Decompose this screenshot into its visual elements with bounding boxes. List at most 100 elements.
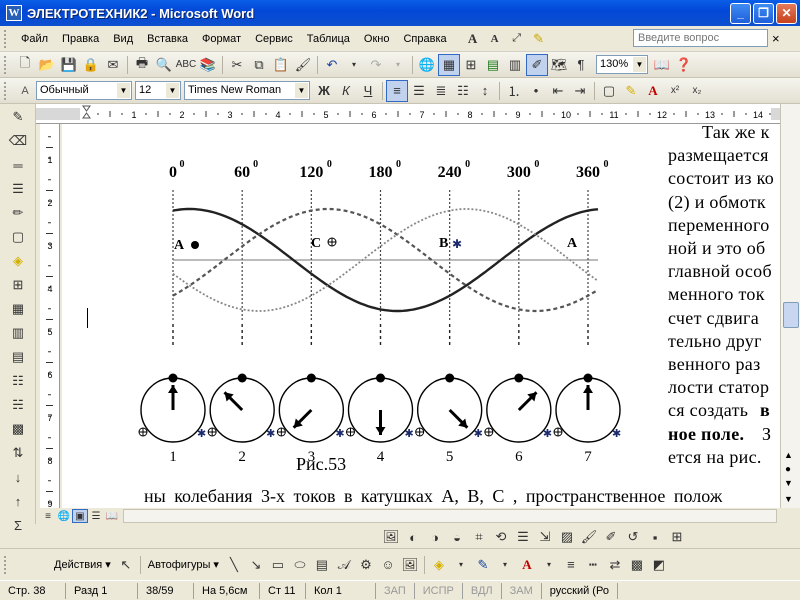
styles-pane-icon[interactable]: A (14, 80, 36, 102)
color-icon[interactable]: ◐ (402, 526, 424, 548)
reset-picture-icon[interactable]: ↺ (622, 526, 644, 548)
status-extend[interactable]: ВДЛ (463, 582, 502, 599)
insert-table-icon[interactable]: ⊞ (460, 54, 482, 76)
sort-descending-icon[interactable]: ↑ (5, 490, 31, 512)
menu-window[interactable]: Окно (357, 33, 397, 45)
increase-indent-icon[interactable]: ⇥ (569, 80, 591, 102)
italic-button[interactable]: К (335, 80, 357, 102)
document-map-icon[interactable]: 🗺 (548, 54, 570, 76)
sort-ascending-icon[interactable]: ↓ (5, 466, 31, 488)
menu-insert[interactable]: Вставка (140, 33, 195, 45)
grow-font-icon[interactable]: A (462, 28, 484, 50)
diagram-icon[interactable]: ⚙ (355, 554, 377, 576)
font-color-icon[interactable]: A (516, 554, 538, 576)
merge-cells-icon[interactable]: ▦ (5, 298, 31, 320)
3d-style-icon[interactable]: ◩ (648, 554, 670, 576)
distribute-rows-icon[interactable]: ☷ (5, 370, 31, 392)
font-color-icon[interactable]: A (642, 80, 664, 102)
style-select[interactable]: Обычный ▼ (36, 81, 132, 100)
insert-table-icon[interactable]: ⊞ (5, 274, 31, 296)
font-size-select[interactable]: 12 ▼ (135, 81, 181, 100)
rotate-icon[interactable]: ⟲ (490, 526, 512, 548)
eraser-icon[interactable]: ⌫ (5, 130, 31, 152)
status-record[interactable]: ЗАП (376, 582, 415, 599)
underline-button[interactable]: Ч (357, 80, 379, 102)
outline-view-icon[interactable]: ☰ (88, 509, 104, 523)
bullets-icon[interactable]: • (525, 80, 547, 102)
shadow-style-icon[interactable]: ▩ (626, 554, 648, 576)
line-style-icon[interactable]: ≡ (560, 554, 582, 576)
insert-picture-icon[interactable]: 🖼 (380, 526, 402, 548)
permission-icon[interactable]: 🔒 (80, 54, 102, 76)
email-icon[interactable]: ✉ (102, 54, 124, 76)
print-preview-icon[interactable]: 🔍 (153, 54, 175, 76)
document-page[interactable]: 0 0 60 0 120 0 180 0 240 0 300 0 360 0 A C B ✱ A ✱ 1 ✱ 2 ✱ 3 ✱ 4 ✱ 5… (62, 124, 780, 512)
status-column[interactable]: Кол 1 (306, 582, 376, 599)
horizontal-ruler[interactable]: 1 2 3 4 5 6 7 8 9 10 11 12 13 14 (36, 104, 780, 124)
research-icon[interactable]: 📚 (197, 54, 219, 76)
normal-view-icon[interactable]: ≡ (40, 509, 56, 523)
shrink-font-icon[interactable]: A (484, 28, 506, 50)
expand-icon[interactable]: ⤢ (506, 28, 528, 50)
reading-view-icon[interactable]: 📖 (104, 509, 120, 523)
menu-table[interactable]: Таблица (300, 33, 357, 45)
chevron-down-icon[interactable]: ▼ (166, 83, 179, 98)
columns-icon[interactable]: ▥ (504, 54, 526, 76)
outside-border-icon[interactable]: ▢ (5, 226, 31, 248)
align-distributed-icon[interactable]: ☷ (452, 80, 474, 102)
status-overtype[interactable]: ЗАМ (502, 582, 542, 599)
close-button[interactable]: ✕ (776, 3, 797, 24)
web-view-icon[interactable]: 🌐 (56, 509, 72, 523)
menu-file[interactable]: Файл (14, 33, 55, 45)
toolbar-grip[interactable] (4, 55, 10, 74)
line-color-icon[interactable]: ✎ (472, 554, 494, 576)
rectangle-tool-icon[interactable]: ▭ (267, 554, 289, 576)
more-contrast-icon[interactable]: ◑ (424, 526, 446, 548)
grid-icon[interactable]: ⊞ (666, 526, 688, 548)
line-tool-icon[interactable]: ╲ (223, 554, 245, 576)
dash-style-icon[interactable]: ┅ (582, 554, 604, 576)
save-icon[interactable]: 💾 (58, 54, 80, 76)
decrease-indent-icon[interactable]: ⇤ (547, 80, 569, 102)
autoformat-icon[interactable]: ▩ (5, 418, 31, 440)
shading-color-icon[interactable]: ◈ (5, 250, 31, 272)
copy-icon[interactable]: ⧉ (248, 54, 270, 76)
status-position[interactable]: На 5,6см (194, 582, 260, 599)
menu-view[interactable]: Вид (106, 33, 140, 45)
menu-tools[interactable]: Сервис (248, 33, 300, 45)
print-icon[interactable]: 🖶 (131, 54, 153, 76)
bold-button[interactable]: Ж (313, 80, 335, 102)
text-box-icon[interactable]: ▤ (311, 554, 333, 576)
new-document-icon[interactable]: 🗋 (14, 54, 36, 76)
text-direction-icon[interactable]: ⇅ (5, 442, 31, 464)
clipart-icon[interactable]: ☺ (377, 554, 399, 576)
insert-excel-icon[interactable]: ▤ (482, 54, 504, 76)
minimize-button[interactable]: _ (730, 3, 751, 24)
first-line-indent-marker[interactable] (82, 105, 91, 112)
align-justify-icon[interactable]: ≡ (386, 79, 408, 102)
distribute-columns-icon[interactable]: ☵ (5, 394, 31, 416)
superscript-icon[interactable]: x² (664, 80, 686, 102)
autoshapes-menu[interactable]: Автофигуры ▾ (144, 558, 223, 571)
hyperlink-icon[interactable]: 🌐 (416, 54, 438, 76)
line-style-icon[interactable]: ☰ (512, 526, 534, 548)
tables-borders-icon[interactable]: ▦ (438, 53, 460, 76)
redo-icon[interactable]: ↷ (365, 54, 387, 76)
paste-icon[interactable]: 📋 (270, 54, 292, 76)
spelling-icon[interactable]: ABC (175, 54, 197, 76)
menu-format[interactable]: Формат (195, 33, 248, 45)
font-select[interactable]: Times New Roman ▼ (184, 81, 310, 100)
line-weight-icon[interactable]: ☰ (5, 178, 31, 200)
border-color-icon[interactable]: ✏ (5, 202, 31, 224)
arrow-style-icon[interactable]: ⇄ (604, 554, 626, 576)
chevron-down-icon[interactable]: ▾ (494, 554, 516, 576)
restore-button[interactable]: ❐ (753, 3, 774, 24)
chevron-down-icon[interactable]: ▼ (117, 83, 130, 98)
toolbar-grip[interactable] (4, 555, 10, 574)
menu-edit[interactable]: Правка (55, 33, 106, 45)
vertical-scrollbar[interactable]: ▲ ● ▼ ▼ (780, 104, 800, 508)
actions-menu[interactable]: Действия ▾ (50, 558, 115, 571)
hanging-indent-marker[interactable] (82, 112, 91, 119)
help-icon[interactable]: ❓ (673, 54, 695, 76)
picture-icon[interactable]: 🖼 (399, 554, 421, 576)
